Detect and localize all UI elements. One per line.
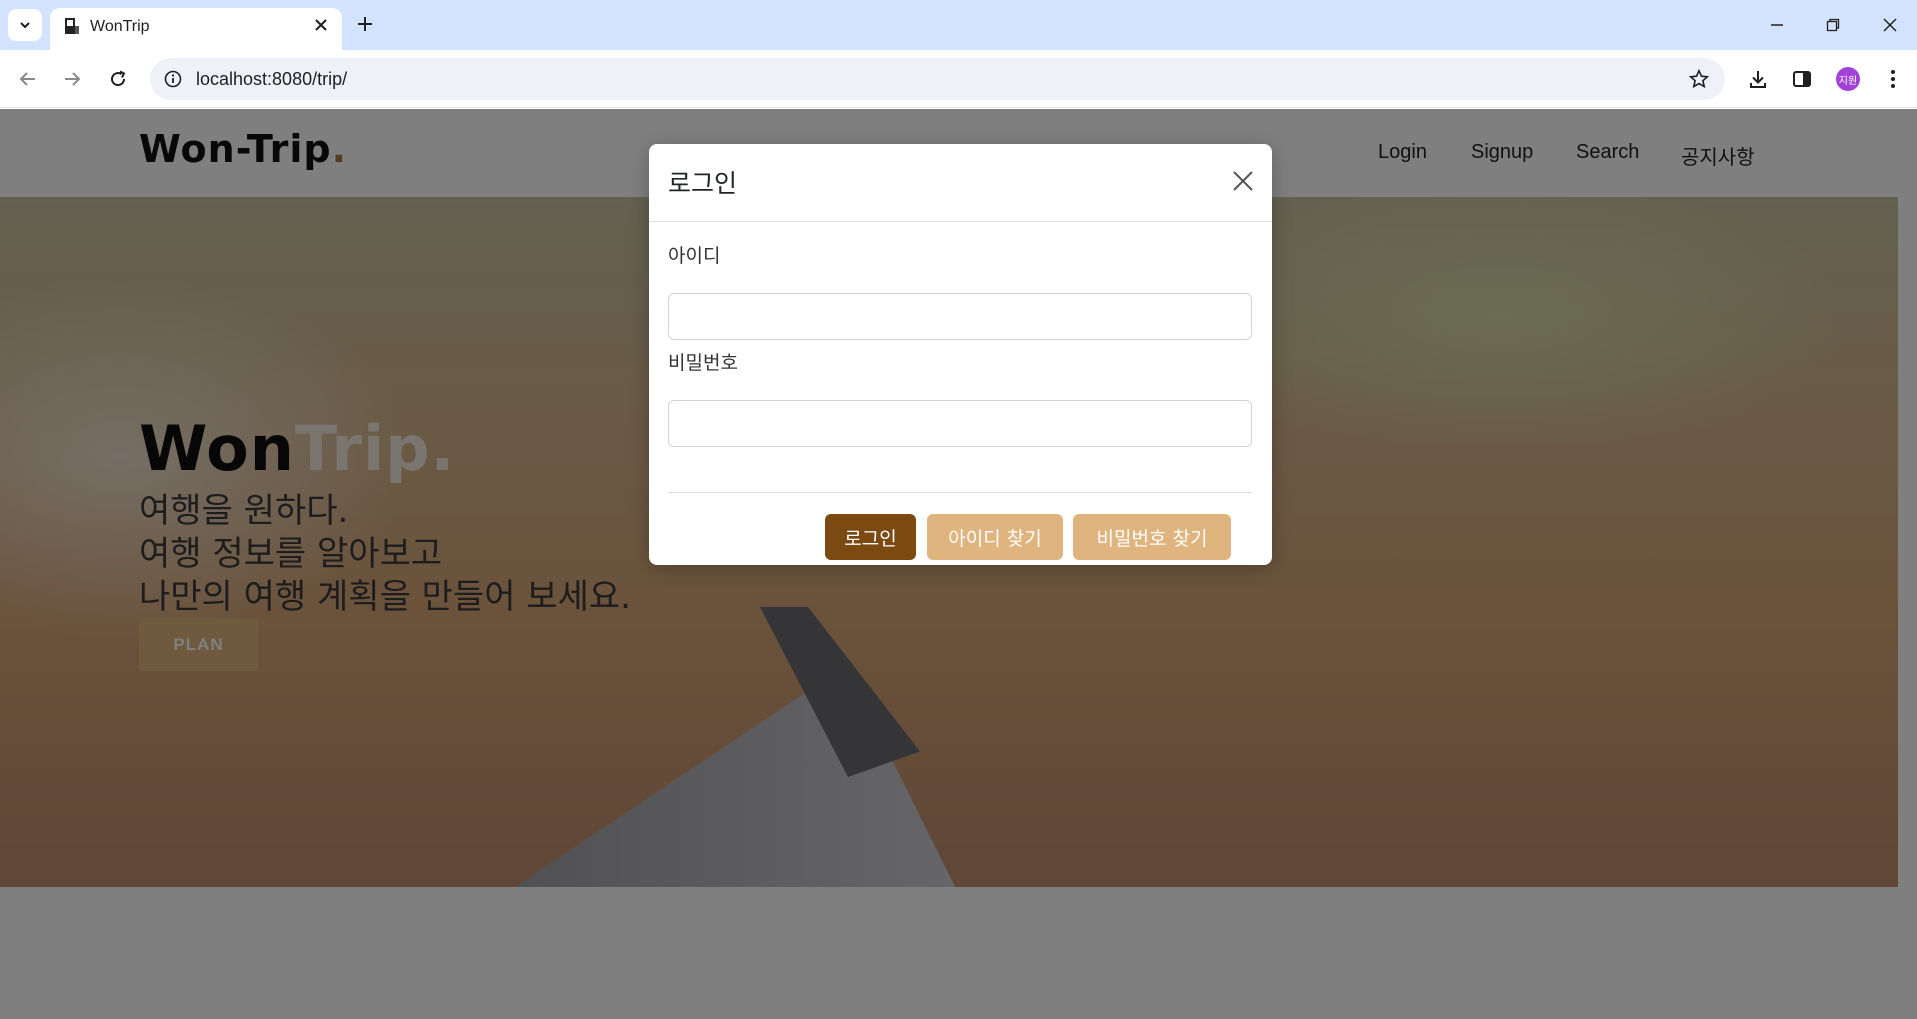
- address-bar[interactable]: localhost:8080/trip/: [150, 58, 1725, 100]
- site-info-icon[interactable]: [162, 68, 184, 90]
- id-input[interactable]: [668, 293, 1252, 340]
- more-vertical-icon: [1891, 70, 1895, 88]
- reload-button[interactable]: [103, 64, 133, 94]
- modal-close-button[interactable]: [1228, 166, 1258, 196]
- download-button[interactable]: [1743, 64, 1773, 94]
- id-label: 아이디: [668, 245, 721, 267]
- tab-search-button[interactable]: [8, 9, 42, 41]
- download-icon: [1750, 71, 1766, 88]
- restore-button[interactable]: [1820, 12, 1846, 38]
- minimize-button[interactable]: [1764, 12, 1790, 38]
- web-page: Won-Trip. Login Signup Search 공지사항 WonTr…: [0, 109, 1917, 1019]
- modal-header: 로그인: [649, 144, 1272, 222]
- arrow-left-icon: [19, 72, 35, 86]
- side-panel-button[interactable]: [1787, 64, 1817, 94]
- url-text[interactable]: localhost:8080/trip/: [196, 69, 347, 90]
- chevron-down-icon: [20, 22, 30, 29]
- browser-toolbar: localhost:8080/trip/ 지원: [0, 50, 1917, 108]
- restore-icon: [1826, 18, 1840, 32]
- forward-button[interactable]: [57, 64, 87, 94]
- find-id-button[interactable]: 아이디 찾기: [927, 514, 1063, 560]
- browser-tab-bar: WonTrip: [0, 0, 1917, 50]
- side-panel-icon: [1793, 71, 1811, 87]
- tab-title: WonTrip: [90, 18, 150, 35]
- close-icon: [1233, 171, 1253, 191]
- browser-tab[interactable]: WonTrip: [50, 8, 342, 50]
- password-input[interactable]: [668, 400, 1252, 447]
- close-icon: [1883, 18, 1897, 32]
- find-password-button[interactable]: 비밀번호 찾기: [1073, 514, 1231, 560]
- modal-divider: [668, 492, 1252, 493]
- tab-close-button[interactable]: [310, 14, 332, 36]
- profile-avatar[interactable]: 지원: [1836, 67, 1860, 91]
- browser-menu-button[interactable]: [1878, 64, 1908, 94]
- login-modal: 로그인 아이디 비밀번호 로그인 아이디 찾기 비밀번호 찾기: [649, 144, 1272, 565]
- reload-icon: [111, 70, 126, 87]
- bookmark-star-icon[interactable]: [1687, 67, 1711, 91]
- back-button[interactable]: [13, 64, 43, 94]
- site-favicon-icon: [65, 18, 79, 34]
- close-window-button[interactable]: [1877, 12, 1903, 38]
- login-submit-button[interactable]: 로그인: [825, 514, 916, 560]
- minimize-icon: [1771, 24, 1783, 26]
- close-icon: [315, 19, 327, 31]
- password-label: 비밀번호: [668, 352, 738, 374]
- modal-title: 로그인: [668, 169, 738, 198]
- new-tab-button[interactable]: [352, 11, 378, 37]
- plus-icon: [358, 17, 372, 31]
- arrow-right-icon: [65, 72, 81, 86]
